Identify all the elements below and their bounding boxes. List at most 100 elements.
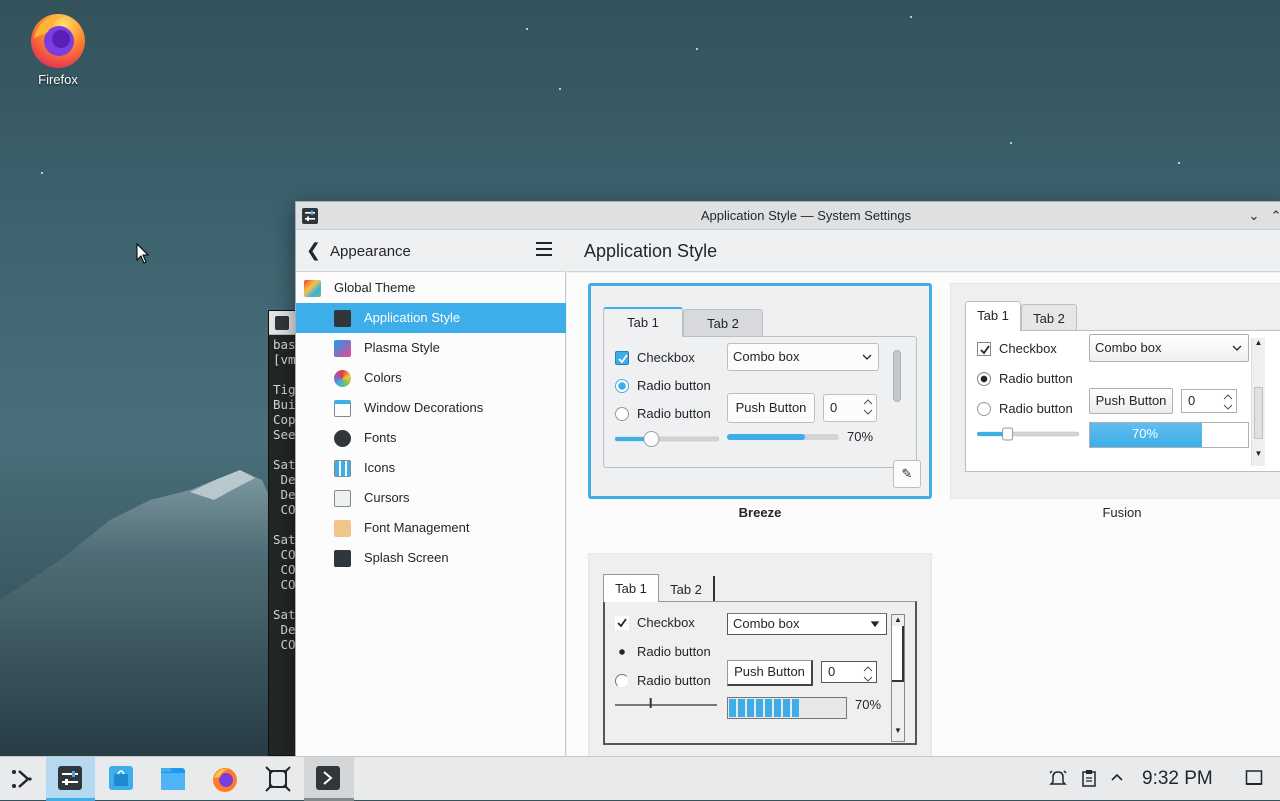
- clipboard-icon[interactable]: [1081, 769, 1097, 791]
- edit-style-button[interactable]: ✎: [893, 460, 921, 488]
- taskbar-system-settings[interactable]: [46, 757, 95, 801]
- progress-block: [765, 699, 772, 717]
- back-button[interactable]: ❮: [306, 240, 321, 261]
- progress-block: [747, 699, 754, 717]
- app-launcher-button[interactable]: [0, 757, 46, 801]
- sidebar-item-colors[interactable]: Colors: [296, 363, 566, 393]
- sidebar-item-cursors[interactable]: Cursors: [296, 483, 566, 513]
- sidebar-item-fonts[interactable]: Fonts: [296, 423, 566, 453]
- combo-box-value: Combo box: [1095, 340, 1162, 355]
- radio-button[interactable]: [977, 402, 991, 416]
- sidebar-item-icons[interactable]: Icons: [296, 453, 566, 483]
- push-button[interactable]: Push Button: [1089, 388, 1173, 414]
- desktop-icon-label: Firefox: [38, 72, 78, 87]
- checkbox[interactable]: [615, 351, 629, 365]
- tab-1[interactable]: Tab 1: [965, 301, 1021, 331]
- checkbox[interactable]: [977, 342, 991, 356]
- spin-box[interactable]: 0: [823, 394, 877, 422]
- chevron-up-icon: ⌃: [1271, 208, 1280, 223]
- chevron-down-icon: [862, 344, 872, 379]
- combo-box[interactable]: Combo box: [727, 613, 887, 635]
- taskbar-dolphin[interactable]: [150, 757, 196, 801]
- radio-button-checked[interactable]: [615, 645, 629, 659]
- tab-2[interactable]: Tab 2: [683, 309, 763, 337]
- maximize-button[interactable]: ⌃: [1266, 206, 1280, 226]
- window-titlebar[interactable]: Application Style — System Settings ⌄ ⌃: [296, 202, 1280, 230]
- combo-box[interactable]: Combo box: [727, 343, 879, 371]
- progress-block: [738, 699, 745, 717]
- notifications-icon[interactable]: [1049, 769, 1067, 791]
- combo-box[interactable]: Combo box: [1089, 334, 1249, 362]
- plasma-style-icon: [334, 340, 351, 357]
- push-button[interactable]: Push Button: [727, 393, 815, 423]
- checkbox[interactable]: [615, 616, 629, 630]
- chevron-down-icon: ⌄: [1248, 208, 1260, 223]
- sidebar-item-global-theme[interactable]: Global Theme: [296, 273, 566, 303]
- slider[interactable]: [615, 698, 717, 712]
- sidebar-item-label: Window Decorations: [364, 400, 484, 415]
- hamburger-menu-button[interactable]: [536, 242, 552, 260]
- taskbar-discover[interactable]: [98, 757, 144, 801]
- konsole-icon: [316, 766, 340, 790]
- sidebar-item-plasma-style[interactable]: Plasma Style: [296, 333, 566, 363]
- radio-button-checked[interactable]: [615, 379, 629, 393]
- slider[interactable]: [976, 426, 1080, 441]
- radio-button[interactable]: [615, 674, 629, 688]
- scrollbar[interactable]: ▲ ▼: [891, 614, 905, 742]
- taskbar-firefox[interactable]: [202, 757, 248, 801]
- clock[interactable]: 9:32 PM: [1142, 768, 1213, 790]
- window-title: Application Style — System Settings: [700, 208, 912, 223]
- tab-2[interactable]: Tab 2: [1021, 304, 1077, 330]
- radio-label: Radio button: [637, 378, 711, 393]
- radio-label: Radio button: [999, 371, 1073, 386]
- system-settings-icon: [58, 766, 82, 790]
- radio-label: Radio button: [637, 644, 711, 659]
- system-settings-window: Application Style — System Settings ⌄ ⌃ …: [295, 201, 1280, 757]
- spin-arrows-icon: [863, 664, 873, 690]
- desktop-firefox-shortcut[interactable]: Firefox: [20, 8, 96, 87]
- style-preview-fusion[interactable]: Tab 1 Tab 2 Checkbox Radio button Radio butt…: [950, 283, 1280, 499]
- progress-label: 70%: [1131, 426, 1159, 441]
- sidebar-item-label: Font Management: [364, 520, 470, 535]
- show-desktop-button[interactable]: [1245, 769, 1263, 791]
- style-name-label: Breeze: [738, 505, 782, 520]
- sidebar-item-label: Colors: [364, 370, 402, 385]
- progress-label: 70%: [855, 697, 882, 712]
- spin-box-value: 0: [830, 400, 838, 415]
- spin-box[interactable]: 0: [821, 661, 877, 683]
- sidebar-item-application-style[interactable]: Application Style: [296, 303, 566, 333]
- slider[interactable]: [614, 431, 720, 447]
- progress-label: 70%: [847, 429, 874, 444]
- radio-button[interactable]: [615, 407, 629, 421]
- sidebar-item-font-management[interactable]: Font Management: [296, 513, 566, 543]
- style-preview-style-3[interactable]: Tab 1 Tab 2 Checkbox Radio button Radio butt…: [588, 553, 932, 756]
- scrollbar[interactable]: ▲ ▼: [1251, 338, 1265, 466]
- sidebar-item-splash-screen[interactable]: Splash Screen: [296, 543, 566, 573]
- taskbar-konsole[interactable]: [304, 757, 354, 801]
- app-launcher-icon: [10, 767, 34, 791]
- show-hidden-tray-icon[interactable]: [1110, 769, 1124, 791]
- minimize-button[interactable]: ⌄: [1244, 206, 1264, 226]
- tab-2[interactable]: Tab 2: [659, 576, 715, 602]
- taskbar-spectacle[interactable]: [254, 757, 300, 801]
- sidebar: ❮ Appearance Global Theme Application Sty…: [296, 231, 566, 756]
- radio-button-checked[interactable]: [977, 372, 991, 386]
- scrollbar[interactable]: [893, 350, 901, 462]
- spin-box[interactable]: 0: [1181, 389, 1237, 413]
- push-button[interactable]: Push Button: [727, 660, 813, 686]
- tab-1[interactable]: Tab 1: [603, 574, 659, 602]
- icons-icon: [334, 460, 351, 477]
- firefox-icon: [211, 765, 239, 793]
- global-theme-icon: [304, 280, 321, 297]
- sidebar-item-label: Splash Screen: [364, 550, 449, 565]
- font-management-icon: [334, 520, 351, 537]
- sidebar-item-window-decorations[interactable]: Window Decorations: [296, 393, 566, 423]
- tab-1[interactable]: Tab 1: [603, 307, 683, 337]
- sidebar-item-label: Global Theme: [334, 280, 416, 295]
- taskbar: 9:32 PM: [0, 756, 1280, 801]
- dolphin-folder-icon: [161, 768, 185, 790]
- style-preview-breeze[interactable]: Tab 1 Tab 2 Checkbox Radio button Radio butt…: [588, 283, 932, 499]
- page-title: Application Style: [584, 241, 718, 261]
- firefox-icon: [28, 8, 88, 70]
- sidebar-item-label: Plasma Style: [364, 340, 440, 355]
